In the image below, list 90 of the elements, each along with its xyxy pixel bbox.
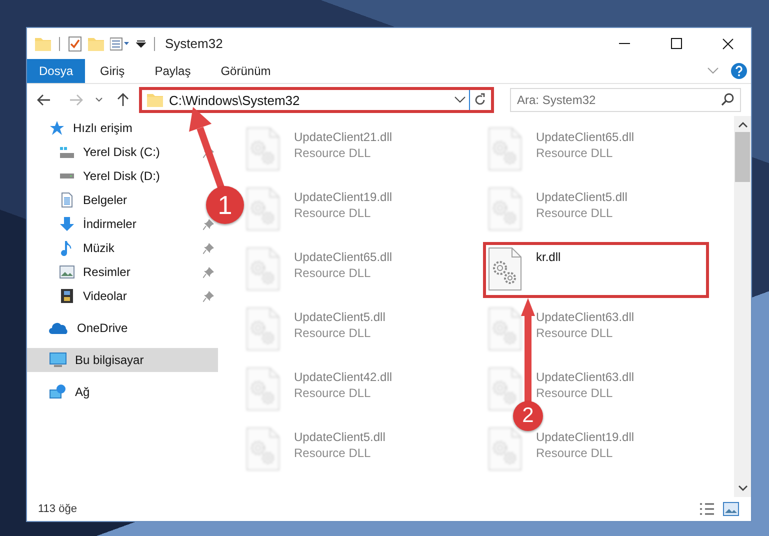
new-folder-icon [88,36,104,50]
network-icon [49,384,67,400]
file-name[interactable]: UpdateClient19.dll [294,190,392,204]
arrow-left-icon [37,94,51,106]
scroll-down-icon[interactable] [738,484,748,492]
arrow-right-icon [69,94,83,106]
drive-icon [59,173,75,179]
file-name[interactable]: UpdateClient42.dll [294,370,392,384]
up-button[interactable] [115,91,131,109]
folder-icon [35,36,51,50]
sidebar-item[interactable]: Resimler [27,260,134,284]
window-title: System32 [165,36,224,51]
sidebar-item[interactable]: Belgeler [27,188,132,212]
help-icon[interactable] [731,63,747,79]
file-type: Resource DLL [536,206,614,220]
search-field[interactable]: Ara: System32 [510,88,741,112]
file-type: Resource DLL [294,206,372,220]
sidebar-item[interactable]: Yerel Disk (D:) [27,164,164,188]
chevron-down-icon [95,97,103,103]
film-icon [59,288,75,304]
back-button[interactable] [35,92,53,108]
gear-file-icon [246,127,280,171]
file-name[interactable]: UpdateClient5.dll [294,310,386,324]
arrow-up-icon [117,93,129,107]
checklist-icon[interactable] [68,36,82,52]
file-name[interactable]: UpdateClient5.dll [294,430,386,444]
picture-icon [59,264,75,280]
maximize-icon [670,38,682,49]
file-type: Resource DLL [536,326,614,340]
file-type: Resource DLL [294,266,372,280]
file-type: Resource DLL [536,386,614,400]
document-icon [59,192,75,208]
download-icon [59,216,75,232]
sidebar-item[interactable]: Bu bilgisayar [27,348,218,372]
refresh-icon[interactable] [473,93,487,107]
file-name[interactable]: UpdateClient63.dll [536,310,634,324]
sidebar-item[interactable]: İndirmeler [27,212,140,236]
scrollbar[interactable] [734,116,751,497]
file-type: Resource DLL [294,326,372,340]
gear-file-icon [488,187,522,231]
ribbon-tab[interactable]: Giriş [85,59,140,83]
ribbon-tab[interactable]: Görünüm [206,59,286,83]
file-name[interactable]: UpdateClient65.dll [294,250,392,264]
minimize-icon [618,43,630,44]
gear-file-icon [488,127,522,171]
file-item[interactable]: kr.dll [483,242,709,298]
sidebar-item[interactable]: OneDrive [27,316,132,340]
gear-file-icon [246,367,280,411]
address-bar[interactable]: C:\Windows\System32 [139,87,494,113]
chevron-down-icon[interactable] [454,96,466,104]
scroll-up-icon[interactable] [738,121,748,129]
cloud-icon [49,321,69,335]
properties-icon[interactable] [110,36,130,50]
gear-file-icon [246,247,280,291]
gear-file-icon [488,307,522,351]
gear-file-icon [246,187,280,231]
gear-file-icon [246,307,280,351]
sidebar-item[interactable]: Ağ [27,380,94,404]
sidebar-item[interactable]: Hızlı erişim [27,116,136,140]
sidebar-item[interactable]: Müzik [27,236,118,260]
scrollbar-thumb[interactable] [735,132,750,182]
file-type: Resource DLL [294,446,372,460]
file-type: Resource DLL [536,146,614,160]
file-name[interactable]: UpdateClient19.dll [536,430,634,444]
dropdown-icon[interactable] [136,38,146,48]
drive-icon [59,146,75,158]
item-count: 113 öğe [38,503,78,515]
gear-file-icon [488,427,522,471]
file-name[interactable]: UpdateClient5.dll [536,190,628,204]
search-icon [721,93,734,106]
file-name[interactable]: UpdateClient21.dll [294,130,392,144]
gear-file-icon [488,247,522,291]
close-icon [722,38,734,50]
folder-icon [147,93,163,107]
file-type: Resource DLL [294,386,372,400]
file-name[interactable]: kr.dll [536,250,561,264]
star-icon [49,120,65,136]
details-view-icon[interactable] [699,502,715,516]
file-menu-button[interactable]: Dosya [27,59,86,83]
ribbon-tab[interactable]: Paylaş [140,59,206,83]
sidebar-item[interactable]: Videolar [27,284,131,308]
gear-file-icon [488,367,522,411]
file-type: Resource DLL [294,146,372,160]
file-name[interactable]: UpdateClient63.dll [536,370,634,384]
computer-icon [49,352,67,368]
gear-file-icon [246,427,280,471]
file-name[interactable]: UpdateClient65.dll [536,130,634,144]
sidebar-item[interactable]: Yerel Disk (C:) [27,140,164,164]
file-type: Resource DLL [536,446,614,460]
large-icons-view-icon[interactable] [723,502,739,516]
